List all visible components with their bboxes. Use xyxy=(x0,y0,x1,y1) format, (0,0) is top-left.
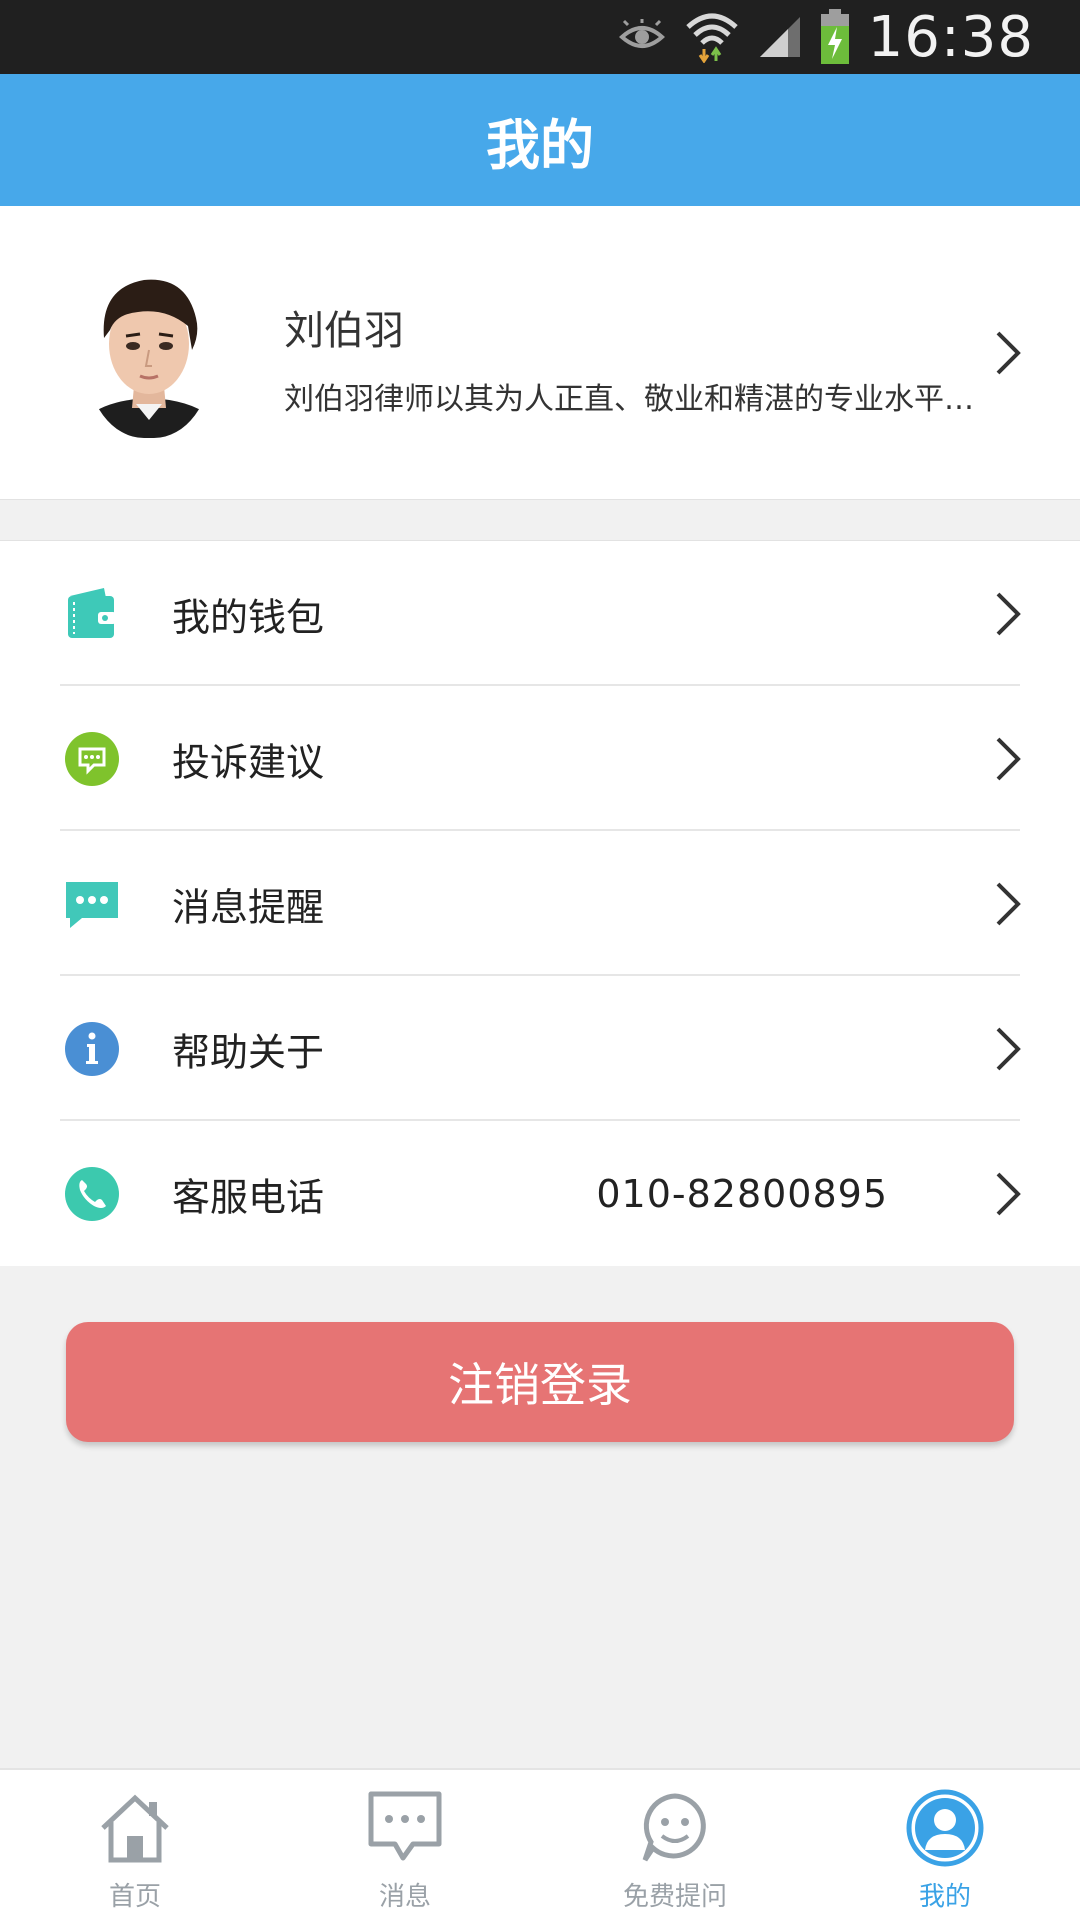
message-icon xyxy=(368,1791,442,1861)
chevron-right-icon xyxy=(996,592,1021,635)
chevron-right-icon xyxy=(996,737,1021,780)
app-header: 我的 xyxy=(0,74,1080,206)
nav-label: 首页 xyxy=(108,1882,161,1912)
eye-icon xyxy=(618,19,665,48)
settings-menu: 我的钱包 投诉建议 消息提醒 帮助关于 客服电话 010-82800895 xyxy=(0,540,1080,1266)
bottom-nav: 首页 消息 免费提问 我的 xyxy=(0,1768,1080,1920)
menu-item-wallet[interactable]: 我的钱包 xyxy=(0,541,1080,686)
tab-home[interactable]: 首页 xyxy=(0,1770,270,1920)
status-time: 16:38 xyxy=(867,4,1034,70)
profile-name: 刘伯羽 xyxy=(284,308,404,354)
chevron-right-icon xyxy=(996,1172,1021,1215)
screen: 16:38 我的 刘伯羽 刘伯羽律师以其为人正直、敬业和精湛的专业水平… 我的钱… xyxy=(0,0,1080,1920)
menu-label: 我的钱包 xyxy=(172,595,325,639)
wallet-icon xyxy=(68,587,116,638)
tab-free-question[interactable]: 免费提问 xyxy=(540,1770,810,1920)
nav-label: 免费提问 xyxy=(622,1882,727,1912)
info-icon xyxy=(65,1021,119,1076)
menu-label: 客服电话 xyxy=(172,1175,325,1219)
menu-label: 消息提醒 xyxy=(172,885,325,929)
smiley-icon xyxy=(642,1793,706,1862)
page-title: 我的 xyxy=(486,113,594,177)
logout-button[interactable]: 注销登录 xyxy=(66,1322,1014,1442)
avatar xyxy=(86,268,212,438)
menu-item-hotline[interactable]: 客服电话 010-82800895 xyxy=(0,1121,1080,1266)
user-icon xyxy=(906,1789,984,1867)
menu-item-help[interactable]: 帮助关于 xyxy=(0,976,1080,1121)
menu-label: 帮助关于 xyxy=(172,1030,325,1074)
home-icon xyxy=(101,1794,169,1863)
menu-item-feedback[interactable]: 投诉建议 xyxy=(0,686,1080,831)
status-bar: 16:38 xyxy=(0,0,1080,74)
status-icons: 16:38 xyxy=(618,0,1034,74)
nav-label: 消息 xyxy=(378,1882,431,1912)
chevron-right-icon xyxy=(996,1027,1021,1070)
chevron-right-icon xyxy=(996,882,1021,925)
menu-item-notifications[interactable]: 消息提醒 xyxy=(0,831,1080,976)
tab-messages[interactable]: 消息 xyxy=(270,1770,540,1920)
wifi-icon xyxy=(685,13,738,63)
tab-mine[interactable]: 我的 xyxy=(810,1770,1080,1920)
chevron-right-icon xyxy=(996,331,1021,375)
battery-icon xyxy=(820,9,849,64)
nav-label: 我的 xyxy=(918,1882,971,1912)
signal-icon xyxy=(759,17,800,57)
phone-icon xyxy=(65,1166,119,1221)
message-icon xyxy=(66,881,118,928)
profile-card[interactable]: 刘伯羽 刘伯羽律师以其为人正直、敬业和精湛的专业水平… xyxy=(0,206,1080,500)
chat-bubble-icon xyxy=(65,731,119,786)
menu-label: 投诉建议 xyxy=(172,740,325,784)
hotline-number: 010-82800895 xyxy=(596,1171,888,1216)
profile-description: 刘伯羽律师以其为人正直、敬业和精湛的专业水平… xyxy=(284,382,974,417)
